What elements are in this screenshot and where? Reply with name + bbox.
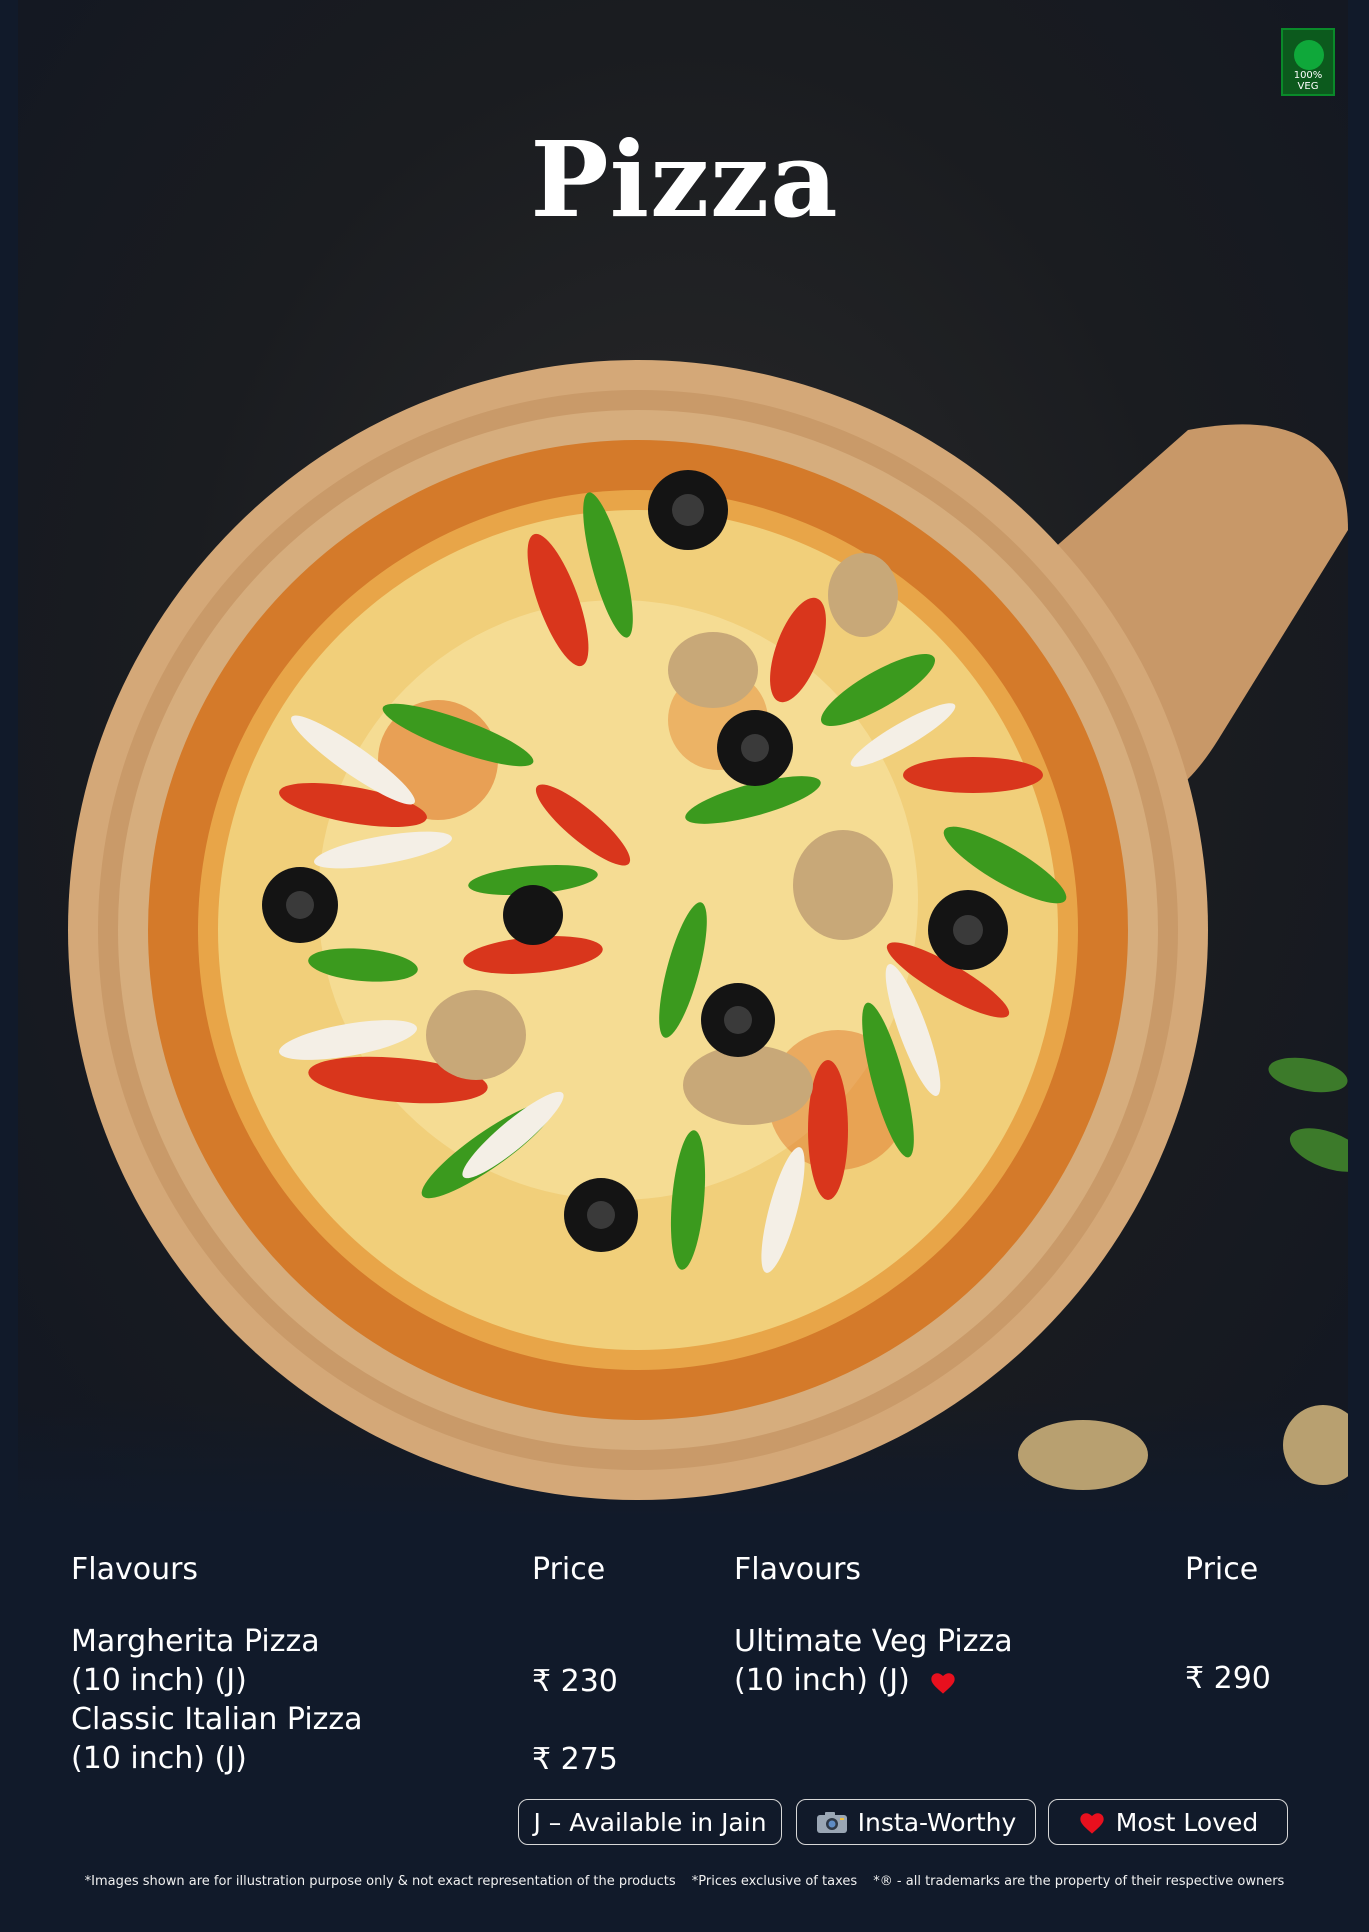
price-header-right: Price (1185, 1552, 1259, 1587)
legend-loved-label: Most Loved (1115, 1807, 1259, 1837)
flavours-header-right: Flavours (734, 1552, 862, 1587)
heart-icon (1080, 1813, 1104, 1834)
item-size: (10 inch) (J) (734, 1663, 910, 1698)
pizza-illustration (68, 360, 1348, 1500)
veg-dot-icon (1294, 40, 1324, 70)
camera-icon (816, 1812, 847, 1833)
item-size: (10 inch) (J) (71, 1741, 247, 1776)
disclaimer-trademarks: *® - all trademarks are the property of … (873, 1874, 1285, 1889)
page-title: Pizza (530, 118, 839, 241)
legend-jain-label: J – Available in Jain (533, 1807, 767, 1837)
disclaimer-images: *Images shown are for illustration purpo… (84, 1874, 676, 1889)
item-price-classic-italian: ₹ 275 (532, 1742, 618, 1777)
disclaimer-prices: *Prices exclusive of taxes (691, 1874, 858, 1889)
flavours-header-left: Flavours (71, 1552, 199, 1587)
price-header-left: Price (532, 1552, 606, 1587)
legend-jain: J – Available in Jain (518, 1799, 782, 1845)
item-size: (10 inch) (J) (71, 1663, 247, 1698)
heart-icon (931, 1672, 955, 1694)
disclaimer: *Images shown are for illustration purpo… (0, 1874, 1369, 1889)
legend-loved: Most Loved (1048, 1799, 1288, 1845)
veg-label: 100% VEG (1293, 70, 1323, 92)
item-size-row: (10 inch) (J) (734, 1661, 1013, 1700)
legend-insta-label: Insta-Worthy (857, 1807, 1017, 1837)
menu-item-margherita: Margherita Pizza (10 inch) (J) (71, 1622, 320, 1700)
item-name: Ultimate Veg Pizza (734, 1624, 1013, 1659)
legend-insta: Insta-Worthy (796, 1799, 1036, 1845)
item-price-margherita: ₹ 230 (532, 1664, 618, 1699)
item-price-ultimate-veg: ₹ 290 (1185, 1661, 1271, 1696)
item-name: Margherita Pizza (71, 1624, 320, 1659)
veg-badge: 100% VEG (1281, 28, 1335, 96)
menu-item-ultimate-veg: Ultimate Veg Pizza (10 inch) (J) (734, 1622, 1013, 1700)
menu-item-classic-italian: Classic Italian Pizza (10 inch) (J) (71, 1700, 363, 1778)
item-name: Classic Italian Pizza (71, 1702, 363, 1737)
